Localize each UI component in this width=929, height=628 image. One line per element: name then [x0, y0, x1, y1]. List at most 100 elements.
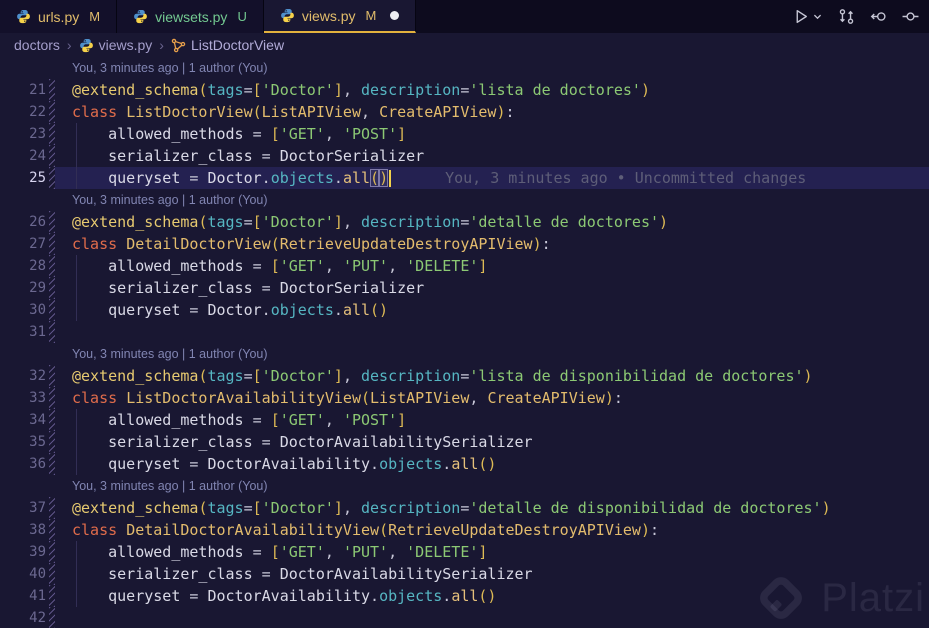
line-number[interactable]: 29: [0, 280, 46, 296]
code-token: DoctorSerializer: [279, 147, 425, 165]
line-number[interactable]: 37: [0, 500, 46, 516]
indent-guide: [76, 167, 77, 189]
code-content[interactable]: serializer_class = DoctorSerializer: [55, 145, 929, 167]
run-button-group: [793, 8, 823, 25]
code-content[interactable]: @extend_schema(tags =['Doctor'], descript…: [55, 211, 929, 233]
code-content[interactable]: @extend_schema(tags =['Doctor'], descript…: [55, 79, 929, 101]
code-token: =: [243, 499, 253, 517]
code-content[interactable]: class DetailDoctorView(RetrieveUpdateDes…: [55, 233, 929, 255]
tab-views.py[interactable]: views.py M: [263, 0, 417, 33]
code-content[interactable]: allowed_methods = ['GET', 'POST']: [55, 409, 929, 431]
line-number[interactable]: 39: [0, 544, 46, 560]
code-token: serializer_class: [72, 565, 262, 583]
code-content[interactable]: allowed_methods = ['GET', 'PUT', 'DELETE…: [55, 255, 929, 277]
code-token: queryset: [72, 587, 190, 605]
code-token: [: [270, 411, 280, 429]
code-content[interactable]: class ListDoctorView(ListAPIView, Create…: [55, 101, 929, 123]
matched-bracket: (: [370, 169, 380, 187]
code-token: .: [370, 455, 380, 473]
code-content[interactable]: queryset = DoctorAvailability. objects. al…: [55, 453, 929, 475]
gutter: 39: [0, 541, 55, 563]
line-number[interactable]: 36: [0, 456, 46, 472]
code-content[interactable]: allowed_methods = ['GET', 'PUT', 'DELETE…: [55, 541, 929, 563]
line-number[interactable]: 25: [0, 170, 46, 186]
codelens-blame-text[interactable]: You, 3 minutes ago | 1 author (You): [72, 61, 268, 75]
breadcrumb-item-doctors[interactable]: doctors: [14, 37, 60, 53]
codelens-content: You, 3 minutes ago | 1 author (You): [55, 343, 929, 365]
compare-changes-icon[interactable]: [838, 8, 855, 25]
breadcrumb-item-ListDoctorView[interactable]: ListDoctorView: [171, 37, 284, 53]
code-token: (: [252, 103, 262, 121]
code-token: ]: [333, 213, 343, 231]
code-token: [: [270, 257, 280, 275]
codelens-blame-text[interactable]: You, 3 minutes ago | 1 author (You): [72, 347, 268, 361]
code-content[interactable]: allowed_methods = ['GET', 'POST']: [55, 123, 929, 145]
code-content[interactable]: queryset = DoctorAvailability. objects. al…: [55, 585, 929, 607]
code-content[interactable]: @extend_schema(tags =['Doctor'], descript…: [55, 365, 929, 387]
code-token: class: [72, 235, 127, 253]
code-content[interactable]: queryset = Doctor. objects. all(): [55, 299, 929, 321]
tab-label: viewsets.py: [155, 8, 228, 25]
code-line: 35 serializer_class = DoctorAvailability…: [0, 431, 929, 453]
code-token: =: [189, 455, 208, 473]
code-token: =: [243, 81, 253, 99]
inline-blame-annotation: You, 3 minutes ago • Uncommitted changes: [445, 169, 807, 187]
code-content[interactable]: class DetailDoctorAvailabilityView(Retri…: [55, 519, 929, 541]
code-content[interactable]: queryset = Doctor. objects. all() You, 3 mi…: [55, 167, 929, 189]
line-number[interactable]: 40: [0, 566, 46, 582]
line-number[interactable]: 26: [0, 214, 46, 230]
code-token: 'GET': [279, 257, 325, 275]
line-number[interactable]: 33: [0, 390, 46, 406]
line-number[interactable]: 24: [0, 148, 46, 164]
python-icon: [16, 9, 31, 24]
line-number[interactable]: 34: [0, 412, 46, 428]
code-content[interactable]: @extend_schema(tags =['Doctor'], descript…: [55, 497, 929, 519]
breadcrumb-label: ListDoctorView: [190, 37, 285, 53]
line-number[interactable]: 42: [0, 610, 46, 626]
code-token: ,: [324, 411, 343, 429]
open-changes-icon[interactable]: [870, 8, 887, 25]
line-number[interactable]: 38: [0, 522, 46, 538]
code-token: ,: [469, 389, 488, 407]
git-status-badge: M: [365, 8, 377, 23]
code-content[interactable]: [55, 321, 929, 343]
codelens-blame-text[interactable]: You, 3 minutes ago | 1 author (You): [72, 479, 268, 493]
code-content[interactable]: [55, 607, 929, 628]
code-token: ]: [397, 411, 407, 429]
run-dropdown-chevron-icon[interactable]: [812, 11, 823, 22]
line-number[interactable]: 41: [0, 588, 46, 604]
code-editor: You, 3 minutes ago | 1 author (You) 21 @ex…: [0, 57, 929, 628]
tab-urls.py[interactable]: urls.py M: [0, 0, 118, 33]
tab-viewsets.py[interactable]: viewsets.py U: [117, 0, 264, 33]
code-token: ,: [342, 81, 361, 99]
breadcrumb-label: views.py: [98, 37, 153, 53]
code-token: CreateAPIView: [379, 103, 497, 121]
code-content[interactable]: serializer_class = DoctorAvailabilitySer…: [55, 431, 929, 453]
line-number[interactable]: 27: [0, 236, 46, 252]
line-number[interactable]: 21: [0, 82, 46, 98]
code-content[interactable]: serializer_class = DoctorSerializer: [55, 277, 929, 299]
code-token: tags: [207, 367, 244, 385]
breadcrumb-item-views.py[interactable]: views.py: [79, 37, 153, 53]
run-python-file-icon[interactable]: [793, 8, 810, 25]
line-number[interactable]: 31: [0, 324, 46, 340]
code-content[interactable]: class ListDoctorAvailabilityView(ListAPI…: [55, 387, 929, 409]
code-token: serializer_class: [72, 279, 262, 297]
line-number[interactable]: 23: [0, 126, 46, 142]
breadcrumb-label: doctors: [14, 37, 60, 53]
code-token: 'DELETE': [406, 257, 479, 275]
indent-guide: [76, 453, 77, 475]
toggle-blame-icon[interactable]: [902, 8, 919, 25]
breadcrumb-separator-icon: ›: [66, 37, 72, 53]
breadcrumb-separator-icon: ›: [159, 37, 164, 53]
line-number[interactable]: 30: [0, 302, 46, 318]
codelens-blame-text[interactable]: You, 3 minutes ago | 1 author (You): [72, 193, 268, 207]
code-content[interactable]: serializer_class = DoctorAvailabilitySer…: [55, 563, 929, 585]
line-number[interactable]: 28: [0, 258, 46, 274]
code-token: description: [361, 213, 461, 231]
line-number[interactable]: 32: [0, 368, 46, 384]
line-number[interactable]: 22: [0, 104, 46, 120]
indent-guide: [76, 299, 77, 321]
line-number[interactable]: 35: [0, 434, 46, 450]
gutter: 36: [0, 453, 55, 475]
